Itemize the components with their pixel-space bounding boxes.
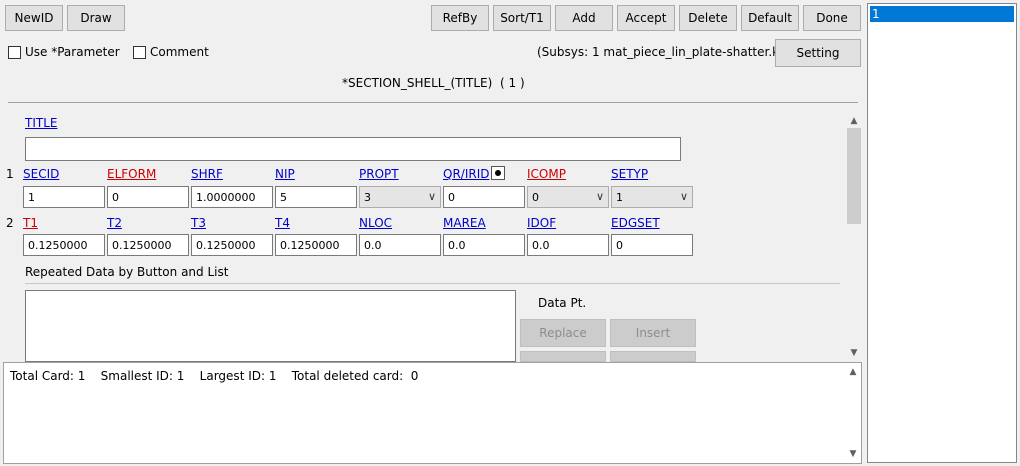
idof-label[interactable]: IDOF: [527, 216, 556, 230]
radio-dot-icon: [495, 170, 501, 176]
scroll-up-icon[interactable]: ▲: [846, 114, 862, 128]
t1-input[interactable]: 0.1250000: [23, 234, 105, 256]
id-list[interactable]: 1: [867, 3, 1017, 463]
elform-input[interactable]: 0: [107, 186, 189, 208]
chevron-down-icon: ∨: [595, 190, 604, 203]
title-field-label[interactable]: TITLE: [25, 116, 57, 130]
t3-label[interactable]: T3: [191, 216, 206, 230]
delete-button[interactable]: Delete: [679, 5, 737, 31]
scroll-up-icon[interactable]: ▲: [845, 365, 861, 379]
t4-input[interactable]: 0.1250000: [275, 234, 357, 256]
t2-input[interactable]: 0.1250000: [107, 234, 189, 256]
data-pt-label: Data Pt.: [538, 296, 587, 310]
repeated-data-heading: Repeated Data by Button and List: [25, 265, 229, 279]
propt-select[interactable]: 3 ∨: [359, 186, 441, 208]
comment-checkbox[interactable]: Comment: [133, 45, 209, 59]
setting-button[interactable]: Setting: [775, 39, 861, 67]
shrf-label[interactable]: SHRF: [191, 167, 223, 181]
subsys-label: (Subsys: 1 mat_piece_lin_plate-shatter.k…: [537, 45, 784, 59]
t4-label[interactable]: T4: [275, 216, 290, 230]
qr-irid-picker[interactable]: [491, 166, 505, 180]
checkbox-box[interactable]: [133, 45, 146, 59]
edgset-label[interactable]: EDGSET: [611, 216, 660, 230]
list-item[interactable]: 1: [870, 6, 1014, 22]
comment-label: Comment: [150, 45, 209, 59]
t1-label[interactable]: T1: [23, 216, 38, 230]
setyp-value: 1: [616, 191, 623, 204]
nloc-label[interactable]: NLOC: [359, 216, 392, 230]
divider: [8, 102, 858, 103]
help-button[interactable]: [610, 351, 696, 362]
replace-button[interactable]: Replace: [520, 319, 606, 347]
newid-button[interactable]: NewID: [5, 5, 63, 31]
elform-label[interactable]: ELFORM: [107, 167, 156, 181]
sort-button[interactable]: Sort/T1: [493, 5, 551, 31]
title-input[interactable]: [25, 137, 681, 161]
chevron-down-icon: ∨: [679, 190, 688, 203]
scroll-down-icon[interactable]: ▼: [845, 447, 861, 461]
default-button[interactable]: Default: [741, 5, 799, 31]
nip-label[interactable]: NIP: [275, 167, 295, 181]
checkbox-box[interactable]: [8, 45, 21, 59]
keyword-name: *SECTION_SHELL_(TITLE): [342, 76, 493, 90]
secid-input[interactable]: 1: [23, 186, 105, 208]
qr-irid-label[interactable]: QR/IRID: [443, 167, 489, 181]
nloc-input[interactable]: 0.0: [359, 234, 441, 256]
card-row-number: 1: [6, 167, 14, 181]
card-row-number: 2: [6, 216, 14, 230]
idof-input[interactable]: 0.0: [527, 234, 609, 256]
edgset-input[interactable]: 0: [611, 234, 693, 256]
add-button[interactable]: Add: [555, 5, 613, 31]
scrollbar-thumb[interactable]: [847, 128, 861, 224]
use-parameter-checkbox[interactable]: Use *Parameter: [8, 45, 120, 59]
nip-input[interactable]: 5: [275, 186, 357, 208]
icomp-value: 0: [532, 191, 539, 204]
marea-input[interactable]: 0.0: [443, 234, 525, 256]
remove-button[interactable]: [520, 351, 606, 362]
t3-input[interactable]: 0.1250000: [191, 234, 273, 256]
repeated-data-list[interactable]: [25, 290, 516, 362]
propt-value: 3: [364, 191, 371, 204]
draw-button[interactable]: Draw: [67, 5, 125, 31]
propt-label[interactable]: PROPT: [359, 167, 399, 181]
setyp-select[interactable]: 1 ∨: [611, 186, 693, 208]
setyp-label[interactable]: SETYP: [611, 167, 648, 181]
divider: [25, 283, 840, 284]
form-scrollbar[interactable]: ▲ ▼: [846, 112, 862, 362]
keyword-count: ( 1 ): [500, 76, 525, 90]
shrf-input[interactable]: 1.0000000: [191, 186, 273, 208]
secid-label[interactable]: SECID: [23, 167, 59, 181]
chevron-down-icon: ∨: [427, 190, 436, 203]
refby-button[interactable]: RefBy: [431, 5, 489, 31]
scroll-down-icon[interactable]: ▼: [846, 346, 862, 360]
status-scrollbar[interactable]: ▲ ▼: [845, 363, 861, 463]
icomp-select[interactable]: 0 ∨: [527, 186, 609, 208]
status-text: Total Card: 1 Smallest ID: 1 Largest ID:…: [10, 369, 419, 383]
icomp-label[interactable]: ICOMP: [527, 167, 566, 181]
status-area: Total Card: 1 Smallest ID: 1 Largest ID:…: [3, 362, 862, 464]
accept-button[interactable]: Accept: [617, 5, 675, 31]
insert-button[interactable]: Insert: [610, 319, 696, 347]
marea-label[interactable]: MAREA: [443, 216, 486, 230]
qr-irid-input[interactable]: 0: [443, 186, 525, 208]
done-button[interactable]: Done: [803, 5, 861, 31]
use-parameter-label: Use *Parameter: [25, 45, 120, 59]
t2-label[interactable]: T2: [107, 216, 122, 230]
